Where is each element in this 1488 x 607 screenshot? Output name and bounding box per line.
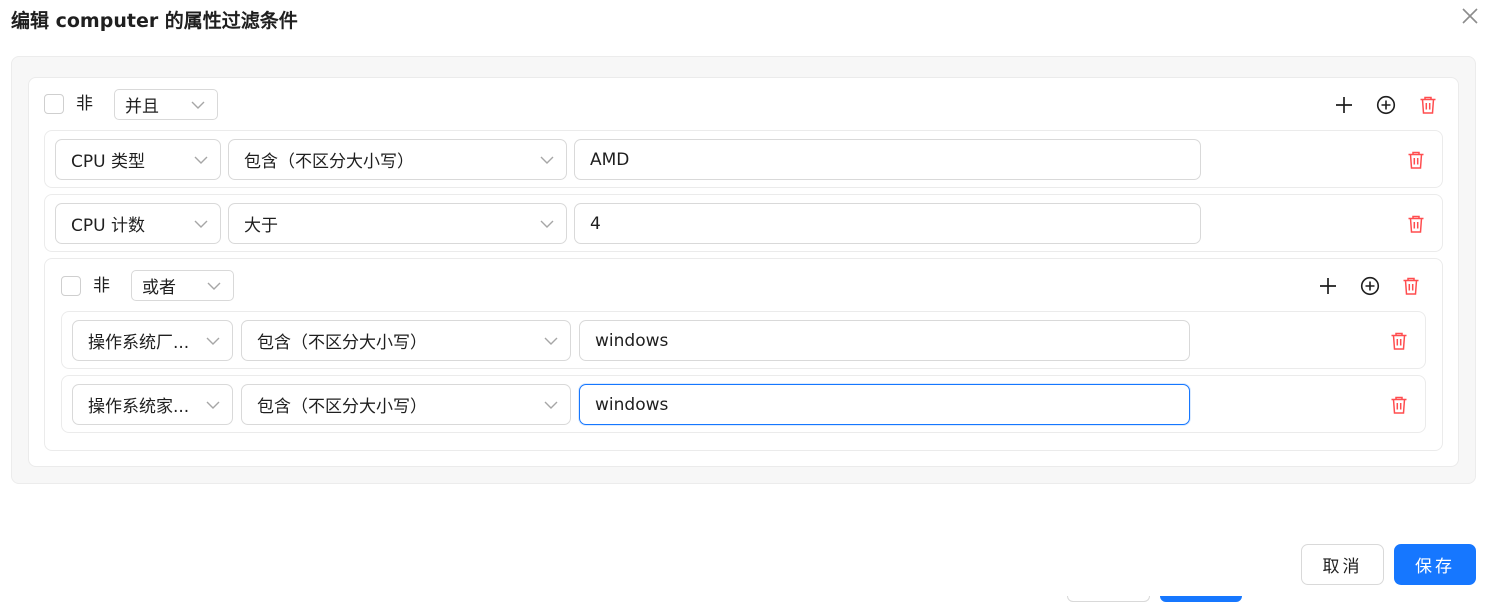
chevron-down-icon — [191, 101, 205, 109]
field-select[interactable]: 操作系统家... — [72, 384, 233, 425]
root-logic-operator-select[interactable]: 并且 — [114, 89, 218, 120]
chevron-down-icon — [544, 337, 558, 345]
close-icon[interactable] — [1458, 4, 1482, 28]
delete-condition-icon[interactable] — [1388, 394, 1410, 416]
add-group-icon[interactable] — [1375, 94, 1397, 116]
delete-condition-icon[interactable] — [1405, 213, 1427, 235]
field-select-value: CPU 类型 — [71, 152, 145, 172]
nested-logic-operator-value: 或者 — [142, 278, 176, 298]
nested-not-label: 非 — [93, 276, 110, 296]
field-select-value: 操作系统家... — [88, 397, 190, 417]
chevron-down-icon — [540, 156, 554, 164]
operator-select[interactable]: 大于 — [228, 203, 567, 244]
delete-group-icon[interactable] — [1400, 275, 1422, 297]
delete-condition-icon[interactable] — [1388, 330, 1410, 352]
operator-select-value: 包含（不区分大小写） — [257, 333, 427, 353]
field-select[interactable]: CPU 类型 — [55, 139, 221, 180]
value-input[interactable]: windows — [579, 384, 1190, 425]
field-select[interactable]: CPU 计数 — [55, 203, 221, 244]
field-select-value: CPU 计数 — [71, 216, 145, 236]
chevron-down-icon — [194, 156, 208, 164]
chevron-down-icon — [194, 220, 208, 228]
chevron-down-icon — [544, 401, 558, 409]
chevron-down-icon — [540, 220, 554, 228]
operator-select-value: 包含（不区分大小写） — [244, 152, 414, 172]
root-logic-operator-value: 并且 — [125, 97, 159, 117]
value-input[interactable]: 4 — [574, 203, 1201, 244]
operator-select[interactable]: 包含（不区分大小写） — [228, 139, 567, 180]
dialog-title: 编辑 computer 的属性过滤条件 — [11, 10, 298, 32]
cancel-button[interactable]: 取消 — [1301, 544, 1384, 585]
edit-filter-dialog: 编辑 computer 的属性过滤条件 非 并且 CPU 类型 包含（不区分大小… — [0, 0, 1488, 607]
operator-select-value: 包含（不区分大小写） — [257, 397, 427, 417]
delete-group-icon[interactable] — [1417, 94, 1439, 116]
add-group-icon[interactable] — [1359, 275, 1381, 297]
add-condition-icon[interactable] — [1317, 275, 1339, 297]
chevron-down-icon — [207, 282, 221, 290]
field-select-value: 操作系统厂... — [88, 333, 190, 353]
add-condition-icon[interactable] — [1333, 94, 1355, 116]
operator-select-value: 大于 — [244, 216, 278, 236]
value-input[interactable]: windows — [579, 320, 1190, 361]
operator-select[interactable]: 包含（不区分大小写） — [241, 320, 571, 361]
root-not-label: 非 — [76, 94, 93, 114]
value-input[interactable]: AMD — [574, 139, 1201, 180]
save-button[interactable]: 保存 — [1394, 544, 1476, 585]
operator-select[interactable]: 包含（不区分大小写） — [241, 384, 571, 425]
field-select[interactable]: 操作系统厂... — [72, 320, 233, 361]
root-not-checkbox[interactable] — [44, 94, 64, 114]
nested-not-checkbox[interactable] — [61, 276, 81, 296]
chevron-down-icon — [206, 401, 220, 409]
background-save-button — [1160, 596, 1242, 602]
delete-condition-icon[interactable] — [1405, 149, 1427, 171]
background-cancel-button — [1067, 596, 1150, 602]
chevron-down-icon — [206, 337, 220, 345]
nested-logic-operator-select[interactable]: 或者 — [131, 270, 234, 301]
